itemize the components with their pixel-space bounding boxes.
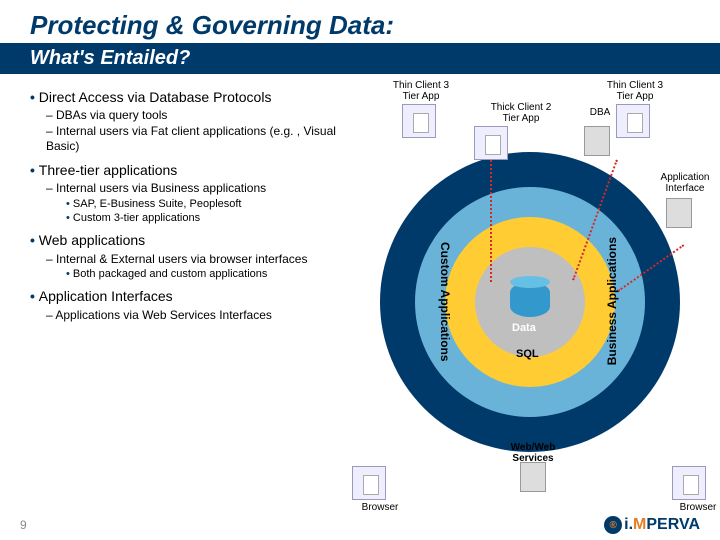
data-label: Data	[512, 322, 536, 334]
conn-thick-client	[490, 160, 492, 282]
bullet-1: Direct Access via Database Protocols	[30, 88, 350, 106]
bullet-2: Three-tier applications	[30, 161, 350, 179]
slide-subtitle: What's Entailed?	[0, 43, 720, 74]
custom-apps-label: Custom Applications	[438, 242, 452, 362]
business-apps-label: Business Applications	[605, 237, 619, 365]
web-services-label: Web/Web Services	[498, 442, 568, 464]
bullet-list: Direct Access via Database Protocols DBA…	[30, 82, 350, 502]
imperva-logo: ® i.MPERVA	[604, 516, 700, 534]
thin-client-right-label: Thin Client 3 Tier App	[600, 80, 670, 102]
bullet-3a1: Both packaged and custom applications	[66, 267, 350, 281]
browser-left-icon	[352, 466, 386, 500]
thick-client-label: Thick Client 2 Tier App	[486, 102, 556, 124]
dba-server-icon	[584, 126, 610, 156]
bullet-3a: Internal & External users via browser in…	[46, 252, 350, 268]
slide-title: Protecting & Governing Data:	[30, 10, 690, 41]
bullet-1a: DBAs via query tools	[46, 108, 350, 124]
bullet-1b: Internal users via Fat client applicatio…	[46, 124, 350, 155]
logo-badge-icon: ®	[604, 516, 622, 534]
bullet-2a: Internal users via Business applications	[46, 181, 350, 197]
bullet-4: Application Interfaces	[30, 287, 350, 305]
bullet-4a: Applications via Web Services Interfaces	[46, 308, 350, 324]
browser-left-label: Browser	[350, 502, 410, 513]
app-interface-server-icon	[666, 198, 692, 228]
page-number: 9	[20, 518, 27, 532]
bullet-3: Web applications	[30, 231, 350, 249]
database-icon	[510, 282, 550, 317]
dba-label: DBA	[580, 107, 620, 118]
thin-client-left-label: Thin Client 3 Tier App	[386, 80, 456, 102]
thin-client-right-icon	[616, 104, 650, 138]
browser-right-label: Browser	[668, 502, 720, 513]
bullet-2a2: Custom 3-tier applications	[66, 211, 350, 225]
thin-client-left-icon	[402, 104, 436, 138]
architecture-diagram: Data SQL Custom Applications Business Ap…	[350, 82, 710, 502]
web-server-icon	[520, 462, 546, 492]
browser-right-icon	[672, 466, 706, 500]
sql-label: SQL	[516, 348, 539, 360]
app-interface-label: Application Interface	[650, 172, 720, 194]
bullet-2a1: SAP, E-Business Suite, Peoplesoft	[66, 197, 350, 211]
thick-client-icon	[474, 126, 508, 160]
